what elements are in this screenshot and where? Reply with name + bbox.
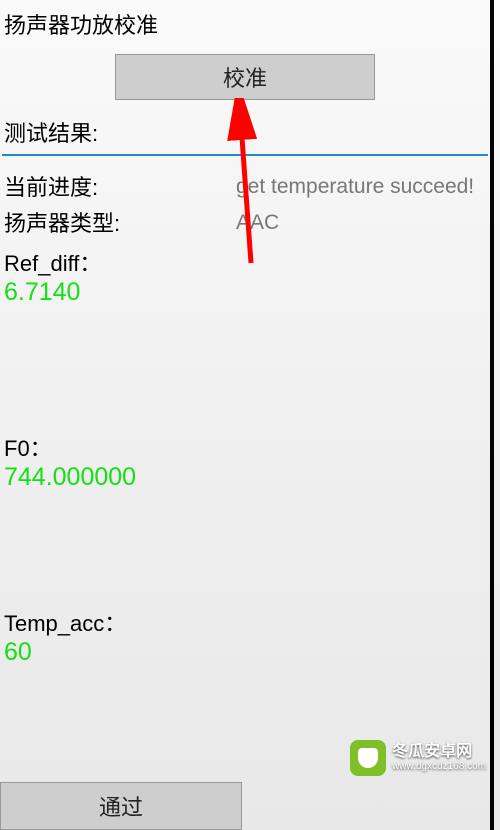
watermark-logo-icon (350, 740, 386, 776)
divider (2, 154, 488, 156)
progress-value: get temperature succeed! (236, 172, 474, 204)
result-label: 测试结果: (0, 112, 490, 154)
temp-acc-label: Temp_acc： (0, 604, 490, 638)
watermark-url: www.dgxcdz168.com (392, 761, 486, 773)
watermark-title: 冬瓜安卓网 (392, 743, 486, 761)
progress-label: 当前进度: (4, 172, 236, 204)
progress-row: 当前进度: get temperature succeed! (0, 170, 490, 206)
ref-diff-value: 6.7140 (0, 278, 490, 309)
calibrate-button[interactable]: 校准 (115, 54, 375, 100)
speaker-type-value: AAC (236, 208, 279, 240)
f0-label: F0： (0, 429, 490, 463)
f0-value: 744.000000 (0, 463, 490, 494)
speaker-type-label: 扬声器类型: (4, 208, 236, 240)
footer-bar: 通过 (0, 782, 484, 830)
temp-acc-value: 60 (0, 638, 490, 669)
page-title: 扬声器功放校准 (0, 0, 490, 54)
ref-diff-label: Ref_diff： (0, 244, 490, 278)
watermark: 冬瓜安卓网 www.dgxcdz168.com (350, 740, 486, 776)
pass-button[interactable]: 通过 (0, 782, 242, 830)
speaker-type-row: 扬声器类型: AAC (0, 206, 490, 242)
